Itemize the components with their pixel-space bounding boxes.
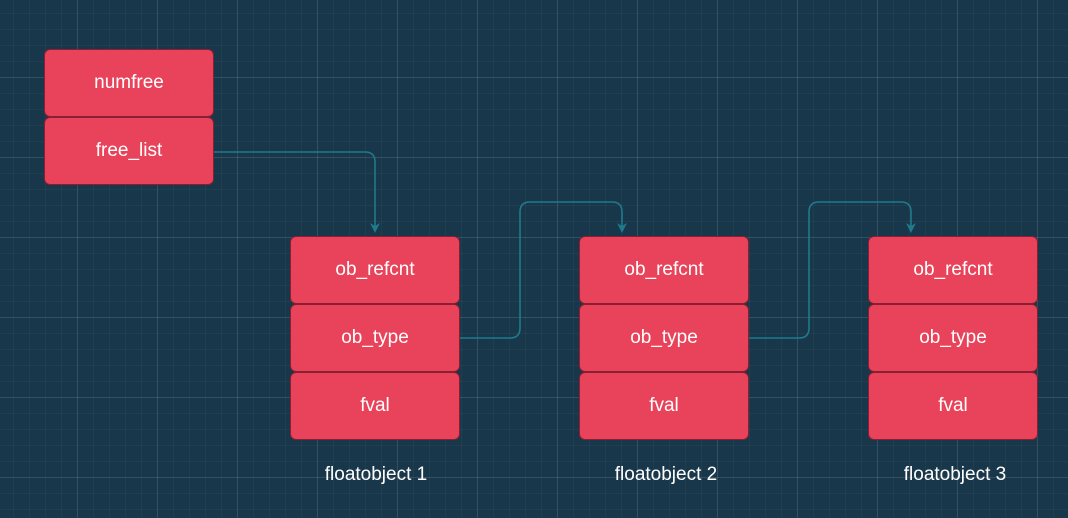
floatobject-1-ob-type: ob_type [290,304,460,372]
floatobject-3-fval: fval [868,372,1038,440]
link-free-list-to-floatobject-1 [214,151,380,233]
floatobject-3-ob-refcnt: ob_refcnt [868,236,1038,304]
floatobject-1-fval: fval [290,372,460,440]
floatobject-1-caption: floatobject 1 [324,464,428,485]
floatobject-1-ob-refcnt: ob_refcnt [290,236,460,304]
floatobject-2-ob-refcnt: ob_refcnt [579,236,749,304]
free-list-field: free_list [44,117,214,185]
floatobject-2-ob-type: ob_type [579,304,749,372]
floatobject-2-fval: fval [579,372,749,440]
numfree-field: numfree [44,49,214,117]
floatobject-3-ob-type: ob_type [868,304,1038,372]
floatobject-2-caption: floatobject 2 [614,464,718,485]
floatobject-3-caption: floatobject 3 [903,464,1007,485]
diagram-canvas: numfree free_list ob_refcnt ob_type fval… [0,0,1068,518]
